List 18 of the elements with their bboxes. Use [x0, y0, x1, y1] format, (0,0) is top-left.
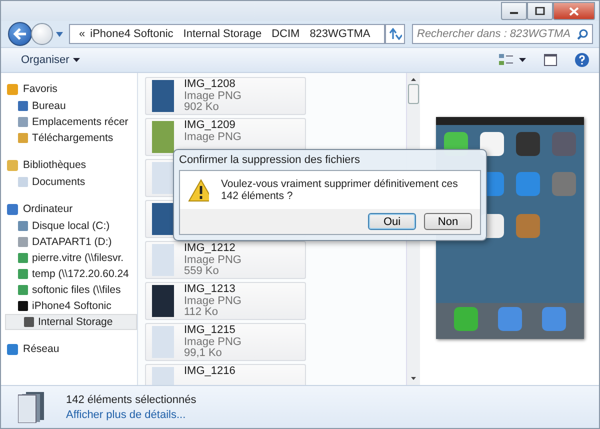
dialog-message: Voulez-vous vraiment supprimer définitivement ces 142 éléments ? — [220, 178, 459, 202]
file-name: IMG_1209 — [184, 120, 236, 132]
file-size: 559 Ko — [184, 266, 220, 278]
file-name: IMG_1215 — [184, 325, 236, 336]
file-name: IMG_1212 — [184, 243, 236, 254]
file-size: 99,1 Ko — [184, 348, 223, 360]
file-type: Image PNG — [184, 296, 242, 306]
selection-summary: 142 éléments sélectionnés — [66, 394, 196, 406]
file-type: Image PNG — [184, 336, 242, 348]
file-name: IMG_1216 — [184, 366, 236, 378]
file-type: Image PNG — [184, 90, 242, 102]
file-size: 112 Ko — [184, 307, 220, 318]
file-type: Image PNG — [184, 254, 242, 266]
file-name: IMG_1213 — [184, 284, 236, 296]
file-size: 902 Ko — [184, 102, 220, 114]
dialog-title: Confirmer la suppression des fichiers — [179, 154, 361, 166]
file-name: IMG_1208 — [184, 79, 236, 90]
file-type: Image PNG — [184, 132, 242, 143]
